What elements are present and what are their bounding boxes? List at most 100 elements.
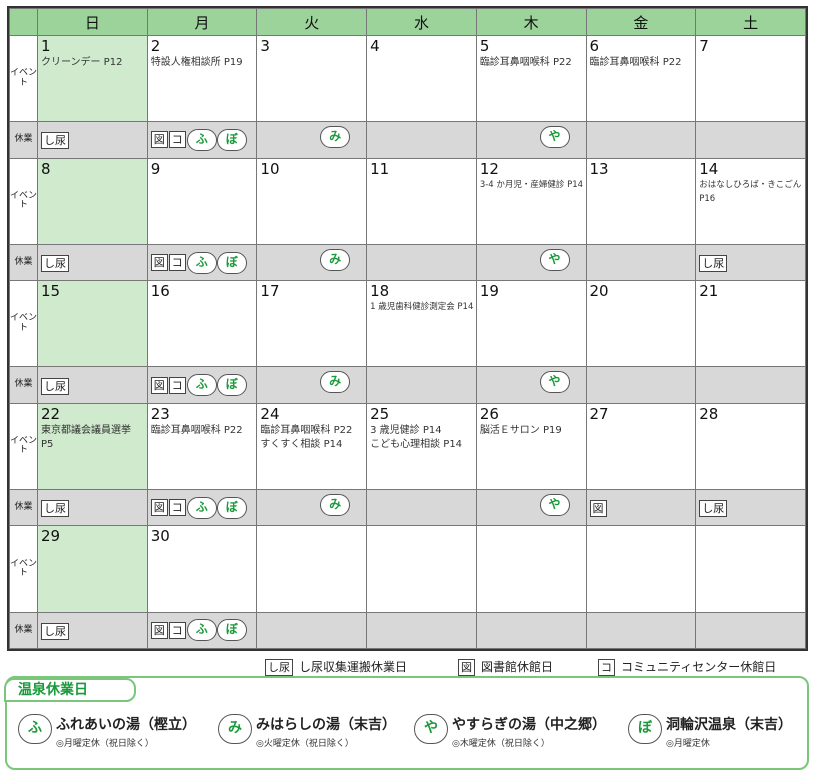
date-number: 21 bbox=[699, 282, 719, 301]
community-mark: コ bbox=[168, 621, 186, 639]
weekday-tue: 火 bbox=[256, 8, 368, 36]
community-mark: コ bbox=[598, 659, 615, 676]
week-4-events: イベント 22 東京都議会議員選挙 P5 23 臨診耳鼻咽喉科 P22 24 臨診耳鼻咽… bbox=[9, 402, 806, 491]
library-mark: 図 bbox=[150, 131, 168, 149]
horawazawa-onsen-icon: ぼ bbox=[216, 251, 247, 274]
week-5-events: イベント 29 30 bbox=[9, 525, 806, 613]
fureai-onsen-icon: ふ bbox=[186, 251, 217, 274]
day-cell: 29 bbox=[37, 525, 148, 613]
day-cell: 8 bbox=[37, 157, 148, 245]
week-2-events: イベント 8 9 10 11 12 3-4 か月児・産婦健診 P14 13 14 お… bbox=[9, 157, 806, 245]
shinyo-mark: し尿 bbox=[41, 500, 69, 518]
day-cell: 22 東京都議会議員選挙 P5 bbox=[37, 402, 148, 491]
horawazawa-onsen-icon: ぼ bbox=[216, 619, 247, 642]
event-text: おはなしひろば・きこごん bbox=[699, 179, 802, 190]
event-text: P16 bbox=[699, 193, 716, 204]
day-cell: 9 bbox=[146, 157, 258, 245]
week-3-closures: 休業 し尿 図コふぼ み や bbox=[9, 366, 806, 404]
date-number: 9 bbox=[150, 159, 161, 178]
day-cell: 7 bbox=[695, 34, 806, 123]
closure-cell bbox=[585, 243, 697, 282]
date-number: 28 bbox=[699, 404, 719, 423]
day-cell: 5 臨診耳鼻咽喉科 P22 bbox=[475, 34, 587, 123]
day-cell: 6 臨診耳鼻咽喉科 P22 bbox=[585, 34, 697, 123]
shinyo-mark: し尿 bbox=[41, 132, 69, 150]
closure-cell bbox=[256, 611, 368, 650]
calendar: 日 月 火 水 木 金 土 イベント 1 クリーンデー P12 2 特設人権相談所 … bbox=[7, 6, 808, 651]
closed-row-label: 休業 bbox=[9, 611, 38, 650]
library-mark: 図 bbox=[150, 499, 168, 517]
closure-cell: し尿 bbox=[37, 243, 148, 282]
event-row-label: イベント bbox=[9, 525, 38, 613]
day-cell: 11 bbox=[366, 157, 477, 245]
calendar-table: 日 月 火 水 木 金 土 イベント 1 クリーンデー P12 2 特設人権相談所 … bbox=[9, 8, 806, 650]
closure-cell: や bbox=[475, 366, 587, 404]
date-number: 6 bbox=[589, 37, 600, 55]
week-3-events: イベント 15 16 17 18 1 歳児歯科健診測定会 P14 19 20 21 bbox=[9, 280, 806, 368]
day-cell: 27 bbox=[585, 402, 697, 491]
library-mark: 図 bbox=[150, 254, 168, 271]
closure-cell: み bbox=[256, 488, 368, 527]
closure-cell bbox=[695, 611, 806, 650]
weekday-sun: 日 bbox=[37, 8, 148, 36]
day-cell: 24 臨診耳鼻咽喉科 P22 すくすく相談 P14 bbox=[256, 402, 368, 491]
onsen-note: ◎月曜定休 bbox=[666, 739, 710, 749]
date-number: 16 bbox=[150, 282, 170, 301]
date-number: 25 bbox=[370, 404, 390, 423]
day-cell-empty bbox=[475, 525, 587, 613]
event-text: 臨診耳鼻咽喉科 P22 bbox=[260, 424, 353, 436]
fureai-onsen-icon: ふ bbox=[186, 128, 217, 151]
miharashi-onsen-icon: み bbox=[320, 248, 351, 271]
closure-cell bbox=[366, 121, 477, 159]
day-cell: 20 bbox=[585, 280, 697, 368]
closure-cell: 図コふぼ bbox=[146, 243, 258, 282]
event-text: 東京都議会議員選挙 bbox=[41, 424, 131, 436]
date-number: 29 bbox=[41, 527, 61, 546]
onsen-name: 洞輪沢温泉（末吉） bbox=[666, 717, 792, 733]
weekday-header: 日 月 火 水 木 金 土 bbox=[9, 8, 806, 36]
date-number: 11 bbox=[370, 159, 390, 178]
community-mark: コ bbox=[168, 254, 186, 271]
onsen-name: みはらしの湯（末吉） bbox=[256, 717, 396, 733]
onsen-note: ◎火曜定休（祝日除く） bbox=[256, 739, 354, 749]
yasuragi-onsen-icon: や bbox=[539, 126, 570, 149]
event-row-label: イベント bbox=[9, 34, 38, 123]
date-number: 1 bbox=[41, 37, 51, 55]
day-cell: 28 bbox=[695, 402, 806, 491]
date-number: 7 bbox=[699, 37, 709, 55]
day-cell: 25 3 歳児健診 P14 こども心理相談 P14 bbox=[366, 402, 477, 491]
closure-cell bbox=[366, 488, 477, 527]
event-text: 臨診耳鼻咽喉科 P22 bbox=[479, 57, 572, 68]
closure-cell bbox=[695, 366, 806, 404]
closure-cell bbox=[475, 611, 587, 650]
shinyo-mark: し尿 bbox=[41, 377, 69, 395]
onsen-note: ◎月曜定休（祝日除く） bbox=[56, 739, 154, 749]
closure-cell: や bbox=[475, 121, 587, 159]
horawazawa-onsen-icon: ぼ bbox=[216, 128, 247, 151]
shinyo-mark: し尿 bbox=[699, 255, 728, 272]
day-cell: 2 特設人権相談所 P19 bbox=[146, 34, 258, 123]
day-cell: 14 おはなしひろば・きこごん P16 bbox=[695, 157, 806, 245]
event-row-label: イベント bbox=[9, 280, 38, 368]
date-number: 3 bbox=[260, 37, 270, 55]
miharashi-onsen-icon: み bbox=[218, 714, 252, 744]
fureai-onsen-icon: ふ bbox=[18, 714, 52, 744]
event-text: 3 歳児健診 P14 bbox=[370, 424, 442, 436]
library-mark: 図 bbox=[589, 500, 607, 518]
day-cell-empty bbox=[585, 525, 697, 613]
weekday-mon: 月 bbox=[146, 8, 258, 36]
onsen-name: ふれあいの湯（樫立） bbox=[56, 717, 196, 733]
library-mark: 図 bbox=[458, 659, 475, 676]
weekday-fri: 金 bbox=[585, 8, 697, 36]
closure-cell bbox=[585, 611, 697, 650]
closure-cell bbox=[695, 121, 806, 159]
onsen-name: やすらぎの湯（中之郷） bbox=[452, 717, 606, 733]
event-row-label: イベント bbox=[9, 402, 38, 491]
closed-row-label: 休業 bbox=[9, 488, 38, 527]
event-text: 臨診耳鼻咽喉科 P22 bbox=[589, 57, 682, 68]
closure-cell: 図コふぼ bbox=[146, 488, 258, 527]
yasuragi-onsen-icon: や bbox=[539, 248, 570, 271]
day-cell: 1 クリーンデー P12 bbox=[37, 34, 148, 123]
fureai-onsen-icon: ふ bbox=[186, 374, 217, 397]
yasuragi-onsen-icon: や bbox=[414, 714, 448, 744]
